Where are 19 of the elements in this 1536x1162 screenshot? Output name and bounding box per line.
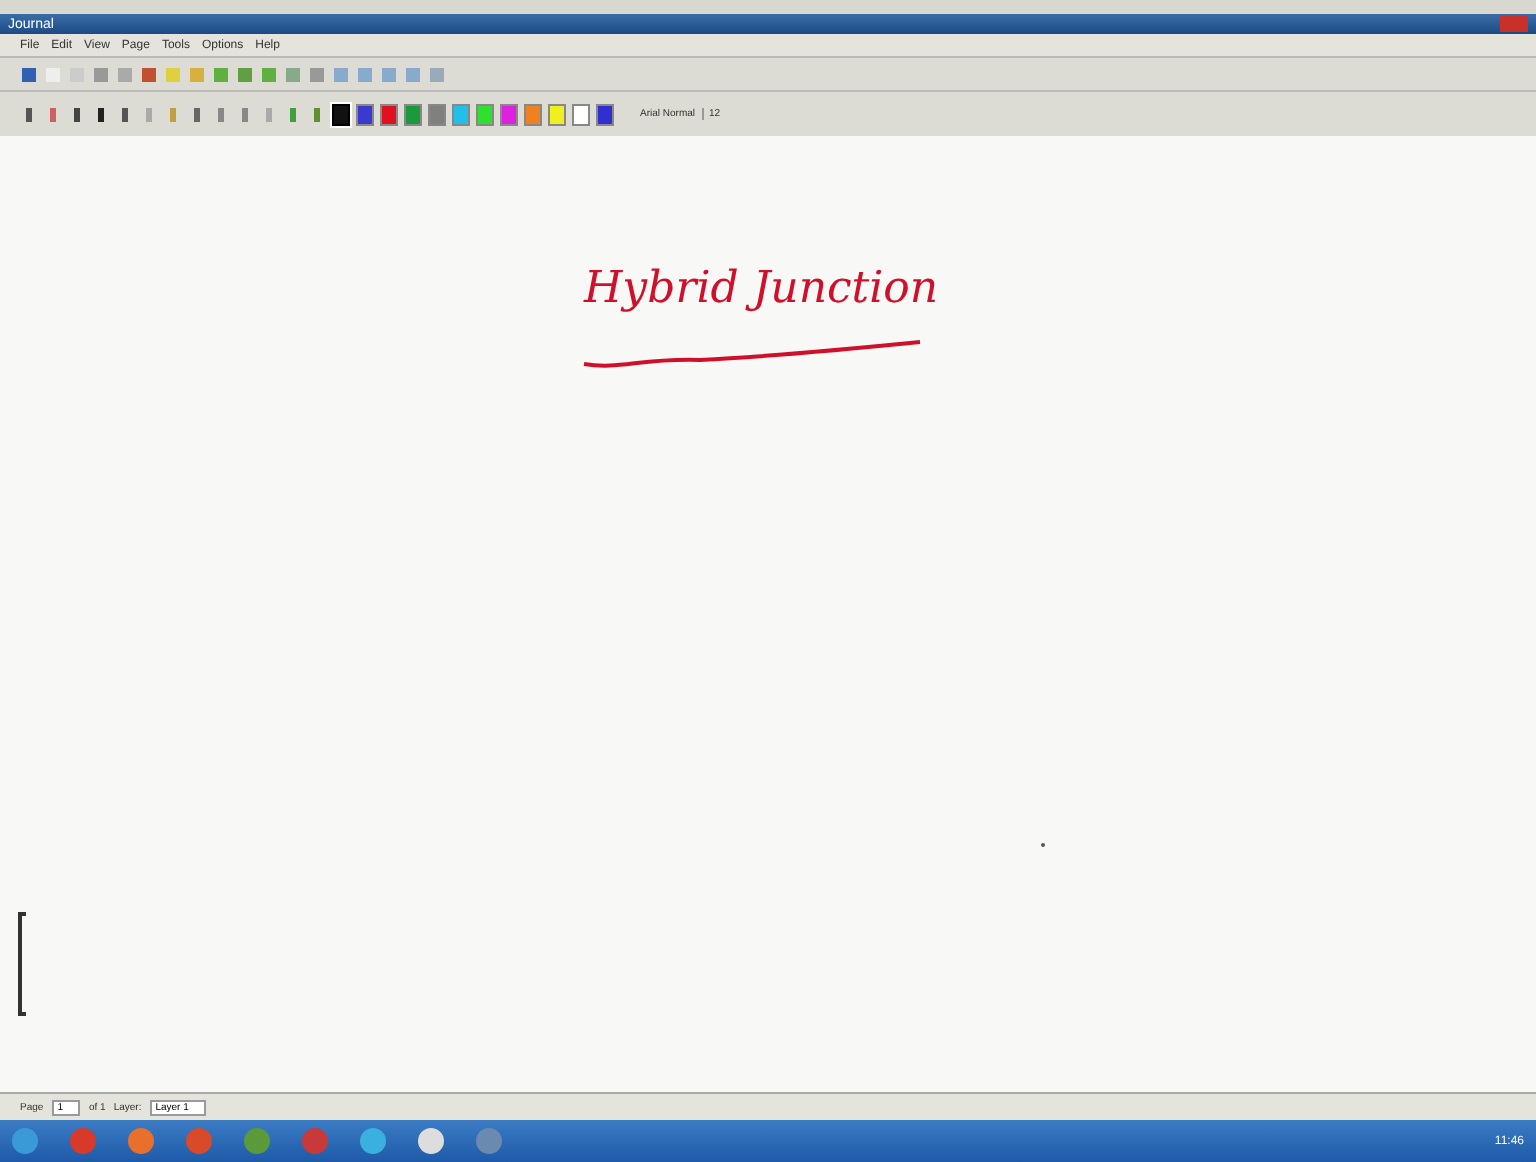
color-swatch[interactable] — [380, 103, 398, 125]
color-swatch[interactable] — [404, 103, 422, 125]
color-swatch[interactable] — [332, 103, 350, 125]
ink-dot — [1040, 842, 1046, 848]
color-swatch[interactable] — [428, 103, 446, 125]
taskbar-icon[interactable] — [12, 1128, 38, 1154]
color-swatch[interactable] — [548, 103, 566, 125]
color-swatch[interactable] — [596, 103, 614, 125]
color-swatch[interactable] — [524, 103, 542, 125]
taskbar-icon[interactable] — [418, 1128, 444, 1154]
color-swatch[interactable] — [572, 103, 590, 125]
handwritten-heading: Hybrid Junction — [584, 264, 939, 314]
color-swatch[interactable] — [476, 103, 494, 125]
taskbar-icon[interactable] — [128, 1128, 154, 1154]
taskbar-icon[interactable] — [360, 1128, 386, 1154]
color-swatch[interactable] — [356, 103, 374, 125]
color-swatch[interactable] — [500, 103, 518, 125]
bracket-mark — [16, 912, 28, 1016]
color-swatch[interactable] — [452, 103, 470, 125]
